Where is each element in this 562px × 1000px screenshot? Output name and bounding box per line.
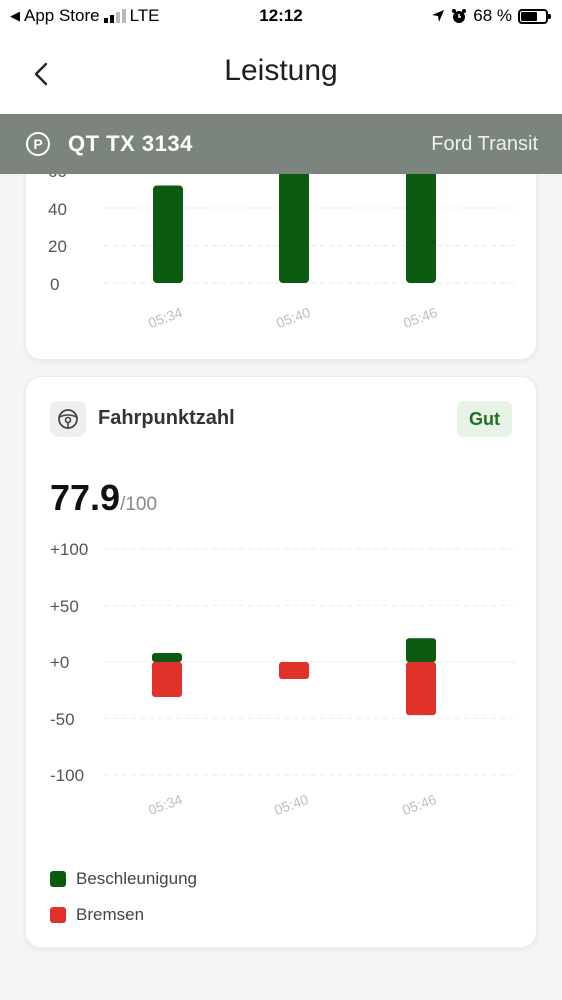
vehicle-bar[interactable]: P QT TX 3134 Ford Transit <box>0 114 562 174</box>
y-tick-label: +100 <box>50 540 89 559</box>
bar <box>279 662 309 679</box>
bar <box>406 638 436 662</box>
y-tick-label: -100 <box>50 766 85 785</box>
status-right: 68 % <box>431 6 551 26</box>
score: 77.9/100 <box>50 477 157 519</box>
y-tick-label: +50 <box>50 597 79 616</box>
driving-score-card: Fahrpunktzahl Gut 77.9/100 +100 +50 +0 -… <box>25 376 537 948</box>
legend-label: Bremsen <box>76 905 145 924</box>
bar <box>406 662 436 716</box>
card-title: Fahrpunktzahl <box>98 407 235 429</box>
status-bar: ◀ App Store LTE 12:12 68 % <box>0 0 562 32</box>
battery-percent: 68 % <box>473 6 512 25</box>
battery-fill <box>521 11 538 21</box>
nav-bar: Leistung <box>0 32 562 114</box>
legend-label: Beschleunigung <box>76 869 197 888</box>
y-tick-label: 20 <box>48 237 67 256</box>
legend-swatch <box>50 871 66 887</box>
location-icon <box>432 10 445 22</box>
page-title: Leistung <box>224 54 338 87</box>
steering-wheel-icon <box>50 401 86 437</box>
vehicle-plate: QT TX 3134 <box>68 131 193 156</box>
alarm-icon <box>452 9 467 23</box>
bar <box>153 185 183 283</box>
vehicle-model: Ford Transit <box>431 133 538 155</box>
y-tick-label: -50 <box>50 710 75 729</box>
bar <box>279 171 309 283</box>
legend-item: Beschleunigung <box>50 869 197 889</box>
battery-icon <box>518 8 551 24</box>
legend-item: Bremsen <box>50 905 144 925</box>
legend-swatch <box>50 907 66 923</box>
bar <box>406 171 436 283</box>
y-tick-label: 0 <box>50 275 60 294</box>
y-tick-label: +0 <box>50 653 70 672</box>
bar <box>152 652 182 662</box>
bar <box>152 662 182 698</box>
score-value: 77.9 <box>50 477 121 518</box>
parking-icon: P <box>26 132 50 156</box>
score-chart <box>104 548 516 776</box>
score-max: /100 <box>120 494 158 515</box>
y-tick-label: 40 <box>48 200 67 219</box>
rating-badge: Gut <box>457 401 512 437</box>
